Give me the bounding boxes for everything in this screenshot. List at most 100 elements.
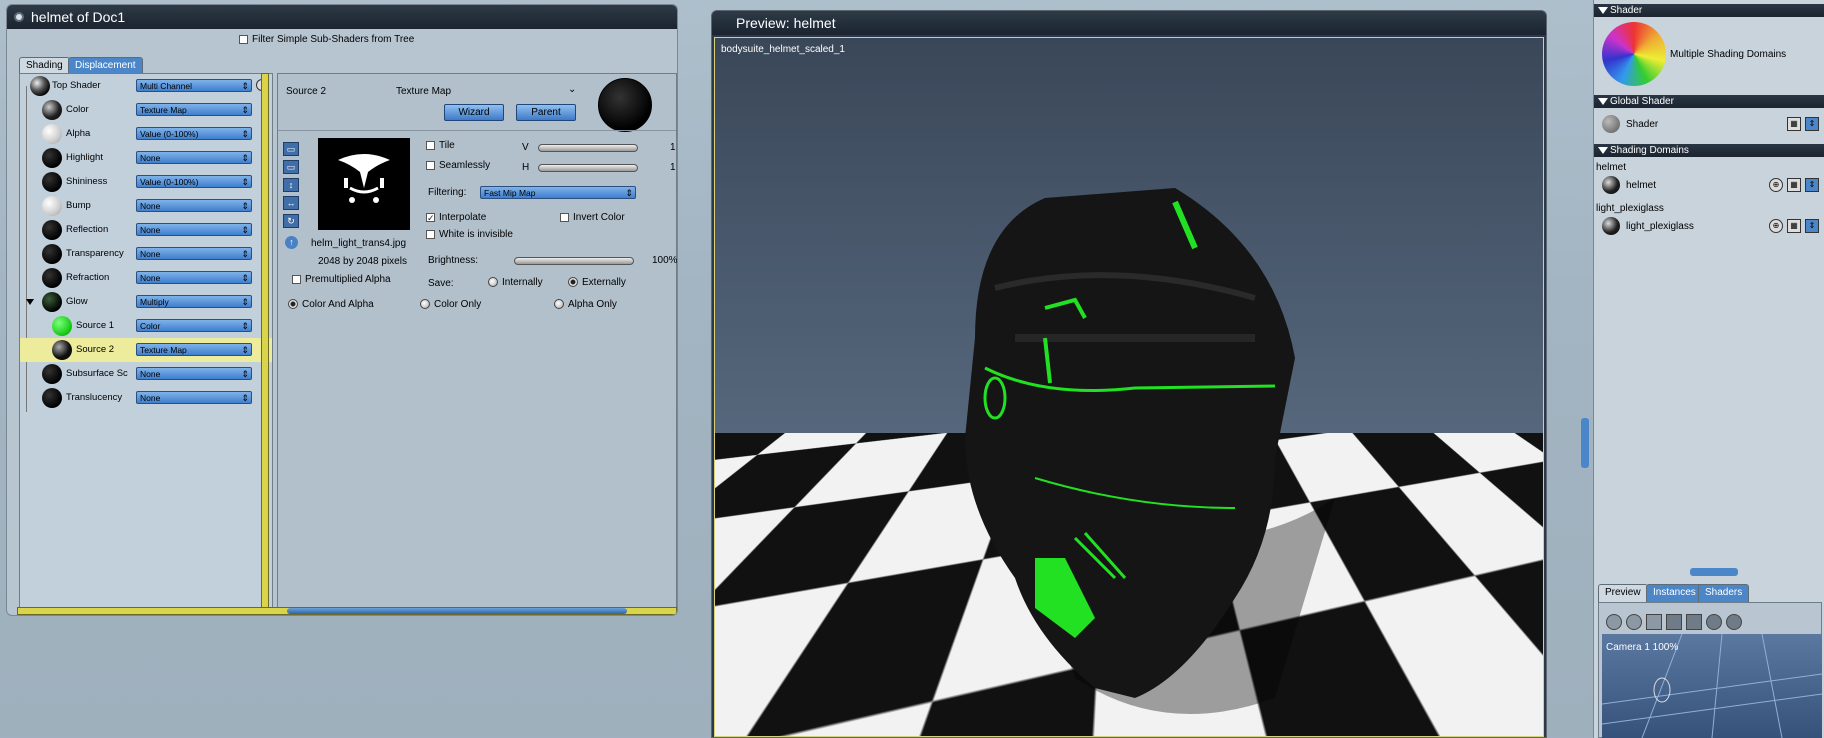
tree-row-translucency[interactable]: Translucency None xyxy=(20,386,272,410)
domain-options-icon[interactable]: ⊕ xyxy=(1769,178,1783,192)
tree-row-glow[interactable]: Glow Multiply xyxy=(20,290,272,314)
brightness-label: Brightness: xyxy=(428,255,479,266)
section-shader-header[interactable]: Shader xyxy=(1594,4,1824,17)
tree-label: Translucency xyxy=(66,392,123,403)
wizard-button[interactable]: Wizard xyxy=(444,104,504,121)
tree-row-highlight[interactable]: Highlight None xyxy=(20,146,272,170)
window-close-icon[interactable] xyxy=(14,12,24,22)
rotate-icon[interactable]: ↻ xyxy=(283,214,299,228)
tree-row-top-shader[interactable]: Top Shader Multi Channel xyxy=(20,74,272,98)
tree-row-subsurface[interactable]: Subsurface Sc None xyxy=(20,362,272,386)
open-file-icon[interactable]: ▭ xyxy=(283,142,299,156)
tree-row-transparency[interactable]: Transparency None xyxy=(20,242,272,266)
interpolate-checkbox[interactable]: Interpolate xyxy=(426,212,486,223)
checkbox-icon[interactable] xyxy=(239,34,248,44)
shader-type-dropdown[interactable]: Multiply xyxy=(136,295,252,308)
shader-menu-icon[interactable]: ⇕ xyxy=(1805,219,1819,233)
shader-type-dropdown[interactable]: Value (0-100%) xyxy=(136,175,252,188)
tree-row-refraction[interactable]: Refraction None xyxy=(20,266,272,290)
domain-group-plexiglass: light_plexiglass xyxy=(1596,203,1664,214)
tab-shading[interactable]: Shading xyxy=(19,57,70,73)
filtering-dropdown[interactable]: Fast Mip Map xyxy=(480,186,636,199)
info-icon[interactable]: ↑ xyxy=(285,236,298,249)
tree-scrollbar[interactable] xyxy=(261,73,269,613)
tree-row-source-2[interactable]: Source 2 Texture Map xyxy=(20,338,272,362)
invert-color-checkbox[interactable]: Invert Color xyxy=(560,212,625,223)
sphere-icon[interactable] xyxy=(1706,614,1722,630)
shaded-cube-icon[interactable] xyxy=(1686,614,1702,630)
brightness-slider[interactable] xyxy=(514,257,634,265)
shader-type-dropdown[interactable]: None xyxy=(136,199,252,212)
h-slider[interactable] xyxy=(538,164,638,172)
texture-thumbnail[interactable] xyxy=(318,138,410,230)
tab-instances[interactable]: Instances xyxy=(1646,584,1703,602)
seamlessly-checkbox[interactable]: Seamlessly xyxy=(426,160,490,171)
tree-row-bump[interactable]: Bump None xyxy=(20,194,272,218)
panel-splitter[interactable] xyxy=(1690,568,1738,576)
shader-ball-icon xyxy=(42,172,62,192)
shader-type-dropdown[interactable]: Value (0-100%) xyxy=(136,127,252,140)
solid-cube-icon[interactable] xyxy=(1666,614,1682,630)
shader-type-dropdown[interactable]: None xyxy=(136,223,252,236)
tree-label: Transparency xyxy=(66,248,124,259)
domain-helmet-name[interactable]: helmet xyxy=(1626,180,1656,191)
flip-vertical-icon[interactable]: ↕ xyxy=(283,178,299,192)
reload-icon[interactable]: ▭ xyxy=(283,160,299,174)
white-invisible-checkbox[interactable]: White is invisible xyxy=(426,229,513,240)
h-value: 1 xyxy=(670,162,676,173)
expand-arrow-icon[interactable] xyxy=(26,299,34,305)
filter-simple-checkbox[interactable]: Filter Simple Sub-Shaders from Tree xyxy=(239,34,414,45)
tree-row-alpha[interactable]: Alpha Value (0-100%) xyxy=(20,122,272,146)
tree-row-shininess[interactable]: Shininess Value (0-100%) xyxy=(20,170,272,194)
tree-row-color[interactable]: Color Texture Map xyxy=(20,98,272,122)
move-icon[interactable] xyxy=(1626,614,1642,630)
shader-type-dropdown[interactable]: None xyxy=(136,247,252,260)
splitter-handle[interactable] xyxy=(1581,418,1589,468)
save-externally-radio[interactable]: Externally xyxy=(568,277,626,288)
shader-grid-icon[interactable]: ▦ xyxy=(1787,178,1801,192)
premultiplied-checkbox[interactable]: Premultiplied Alpha xyxy=(292,274,391,285)
domain-options-icon[interactable]: ⊕ xyxy=(1769,219,1783,233)
shader-type-dropdown[interactable]: Multi Channel xyxy=(136,79,252,92)
tree-row-source-1[interactable]: Source 1 Color xyxy=(20,314,272,338)
tab-displacement[interactable]: Displacement xyxy=(68,57,143,73)
v-slider[interactable] xyxy=(538,144,638,152)
shader-menu-icon[interactable]: ⇕ xyxy=(1805,117,1819,131)
flip-horizontal-icon[interactable]: ↔ xyxy=(283,196,299,210)
shader-type-dropdown[interactable]: Texture Map xyxy=(136,103,252,116)
shader-type-dropdown[interactable]: Texture Map xyxy=(136,343,252,356)
tab-shaders[interactable]: Shaders xyxy=(1698,584,1750,602)
render-viewport[interactable]: bodysuite_helmet_scaled_1 xyxy=(714,37,1544,737)
color-only-radio[interactable]: Color Only xyxy=(420,299,481,310)
shader-type-dropdown[interactable]: None xyxy=(136,391,252,404)
collapse-chevron-icon[interactable]: ⌄ xyxy=(568,84,576,95)
tile-checkbox[interactable]: Tile xyxy=(426,140,455,151)
interpolate-label: Interpolate xyxy=(439,212,487,223)
shader-type-dropdown[interactable]: None xyxy=(136,151,252,164)
shader-grid-icon[interactable]: ▦ xyxy=(1787,117,1801,131)
render-icon[interactable] xyxy=(1726,614,1742,630)
tree-row-reflection[interactable]: Reflection None xyxy=(20,218,272,242)
shader-type-dropdown[interactable]: None xyxy=(136,367,252,380)
shader-editor-window: helmet of Doc1 Filter Simple Sub-Shaders… xyxy=(6,4,678,616)
domain-plexiglass-name[interactable]: light_plexiglass xyxy=(1626,221,1694,232)
section-domains-header[interactable]: Shading Domains xyxy=(1594,144,1824,157)
h-label: H xyxy=(522,162,530,173)
shader-type-dropdown[interactable]: Color xyxy=(136,319,252,332)
tree-label: Highlight xyxy=(66,152,103,163)
parent-button[interactable]: Parent xyxy=(516,104,576,121)
section-global-header[interactable]: Global Shader xyxy=(1594,95,1824,108)
tree-label: Refraction xyxy=(66,272,110,283)
shader-menu-icon[interactable]: ⇕ xyxy=(1805,178,1819,192)
shader-grid-icon[interactable]: ▦ xyxy=(1787,219,1801,233)
wireframe-cube-icon[interactable] xyxy=(1646,614,1662,630)
alpha-only-radio[interactable]: Alpha Only xyxy=(554,299,617,310)
color-and-alpha-radio[interactable]: Color And Alpha xyxy=(288,299,374,310)
tab-preview[interactable]: Preview xyxy=(1598,584,1648,602)
scrollbar-thumb[interactable] xyxy=(287,608,627,614)
orbit-icon[interactable] xyxy=(1606,614,1622,630)
shader-type-dropdown[interactable]: None xyxy=(136,271,252,284)
filter-label: Filter Simple Sub-Shaders from Tree xyxy=(252,34,415,45)
filtering-label: Filtering: xyxy=(428,187,467,198)
save-internally-radio[interactable]: Internally xyxy=(488,277,543,288)
